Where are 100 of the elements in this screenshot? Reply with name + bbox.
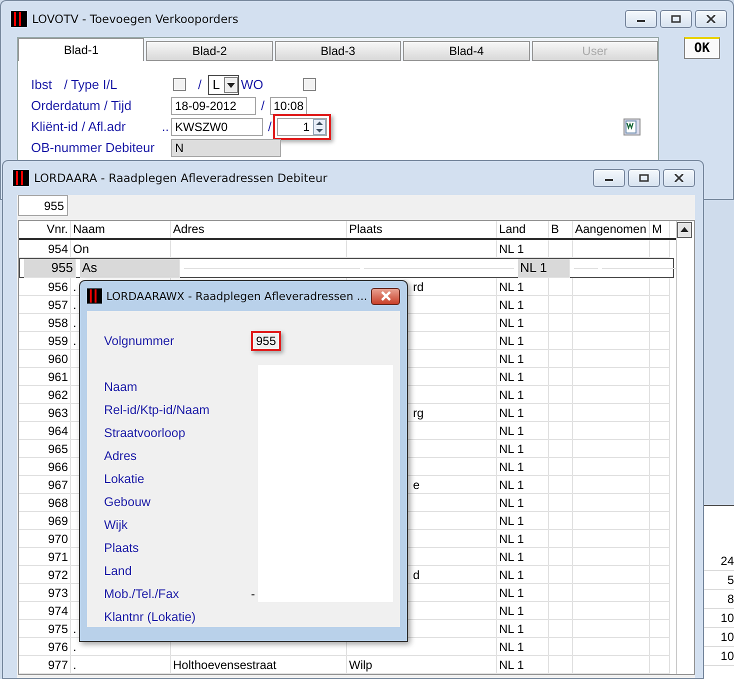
table-cell: 974 (19, 602, 71, 620)
window-title: LORDAARA - Raadplegen Afleveradressen Debiteur (34, 171, 328, 185)
column-header[interactable]: Vnr. (19, 221, 71, 238)
table-cell: 975 (19, 620, 71, 638)
table-cell: NL 1 (497, 638, 549, 656)
table-cell: NL 1 (497, 656, 549, 674)
table-cell: NL 1 (497, 440, 549, 458)
column-header[interactable]: Aangenomen (573, 221, 650, 238)
table-row[interactable]: 955 As NL 1 (19, 258, 674, 278)
table-cell: 973 (19, 584, 71, 602)
type-dropdown[interactable]: L (208, 74, 239, 94)
column-header[interactable]: Land (497, 221, 549, 238)
table-cell: 977 (19, 656, 71, 674)
table-cell: 971 (19, 548, 71, 566)
table-cell: On (71, 240, 171, 258)
column-header[interactable]: Plaats (347, 221, 497, 238)
field-label: Plaats (104, 540, 140, 554)
column-header[interactable]: B (549, 221, 573, 238)
date-field[interactable]: 18-09-2012 (171, 96, 256, 114)
field-label: OB-nummer Debiteur (31, 140, 155, 155)
debtor-number-field[interactable]: N (171, 138, 281, 156)
tab[interactable]: Blad-3 (274, 41, 402, 61)
table-cell: 958 (19, 314, 71, 332)
table-cell: 961 (19, 368, 71, 386)
table-cell: NL 1 (497, 512, 549, 530)
table-cell: NL 1 (497, 458, 549, 476)
separator-text: / (261, 98, 265, 113)
table-cell: 966 (19, 458, 71, 476)
table-cell: 959 (19, 332, 71, 350)
field-label: WO (240, 77, 264, 92)
column-header[interactable]: Adres (171, 221, 347, 238)
field-label: Ibst (31, 77, 52, 92)
table-row[interactable]: 977 . Holthoevensestraat Wilp NL 1 (19, 656, 676, 674)
separator-text: / (198, 77, 202, 92)
table-cell: 965 (19, 440, 71, 458)
table-cell: NL 1 (497, 332, 549, 350)
ok-button[interactable]: OK (684, 37, 720, 59)
table-cell: NL 1 (497, 240, 549, 258)
tab[interactable]: Blad-2 (146, 41, 273, 61)
table-cell: NL 1 (497, 566, 549, 584)
table-cell: 957 (19, 296, 71, 314)
table-cell: NL 1 (497, 278, 549, 296)
field-label: Adres (104, 448, 138, 462)
table-cell: Holthoevensestraat (171, 656, 347, 674)
table-cell: As (80, 258, 180, 278)
field-label: Wijk (104, 518, 129, 532)
field-label: Mob./Tel./Fax (104, 586, 180, 600)
table-row[interactable]: 954 On NL 1 (19, 240, 676, 258)
dots-text: .. (162, 119, 169, 134)
tab[interactable]: Blad-4 (403, 41, 530, 61)
field-label: Lokatie (104, 472, 146, 486)
field-label: Kliënt-id / Afl.adr (31, 119, 126, 134)
field-label: Gebouw (104, 494, 152, 508)
table-cell: 967 (19, 476, 71, 494)
client-id-field[interactable]: KWSZW0 (171, 118, 263, 136)
field-label: Rel-id/Ktp-id/Naam (104, 402, 211, 416)
table-cell: Wilp (347, 656, 497, 674)
table-cell: NL 1 (497, 404, 549, 422)
table-cell: NL 1 (497, 368, 549, 386)
column-header[interactable]: M (650, 221, 670, 238)
sequence-number: 955 (251, 330, 282, 350)
table-cell: NL 1 (518, 258, 570, 278)
table-cell: 962 (19, 386, 71, 404)
table-cell: 976 (19, 638, 71, 656)
table-cell: 964 (19, 422, 71, 440)
table-cell: NL 1 (497, 350, 549, 368)
search-field[interactable]: 955 (18, 195, 68, 216)
table-cell: 955 (24, 258, 76, 278)
table-cell: NL 1 (497, 296, 549, 314)
window-title: LOVOTV - Toevoegen Verkooporders (32, 12, 238, 26)
field-label: Orderdatum / Tijd (31, 98, 132, 113)
table-cell: 968 (19, 494, 71, 512)
table-cell: NL 1 (497, 530, 549, 548)
table-cell: NL 1 (497, 620, 549, 638)
field-label: Land (104, 564, 133, 578)
table-cell: 963 (19, 404, 71, 422)
separator-text: / (268, 119, 272, 134)
table-cell: 954 (19, 240, 71, 258)
column-header[interactable]: Naam (71, 221, 171, 238)
table-cell: NL 1 (497, 584, 549, 602)
table-cell: 969 (19, 512, 71, 530)
table-cell: NL 1 (497, 494, 549, 512)
table-cell: 960 (19, 350, 71, 368)
table-cell: NL 1 (497, 602, 549, 620)
field-label: Naam (104, 380, 138, 394)
table-cell: NL 1 (497, 476, 549, 494)
tab[interactable]: Blad-1 (18, 38, 144, 61)
spinner-field[interactable]: 1 (276, 118, 327, 136)
table-cell: 972 (19, 566, 71, 584)
field-label: / Type I/L (64, 77, 118, 92)
table-cell: NL 1 (497, 422, 549, 440)
field-value: - (251, 586, 255, 600)
table-cell: 956 (19, 278, 71, 296)
field-label: Straatvoorloop (104, 426, 186, 440)
table-cell: . (71, 656, 171, 674)
table-cell: NL 1 (497, 548, 549, 566)
table-cell: NL 1 (497, 314, 549, 332)
table-cell: NL 1 (497, 386, 549, 404)
table-cell: 970 (19, 530, 71, 548)
time-field[interactable]: 10:08 (270, 96, 307, 114)
